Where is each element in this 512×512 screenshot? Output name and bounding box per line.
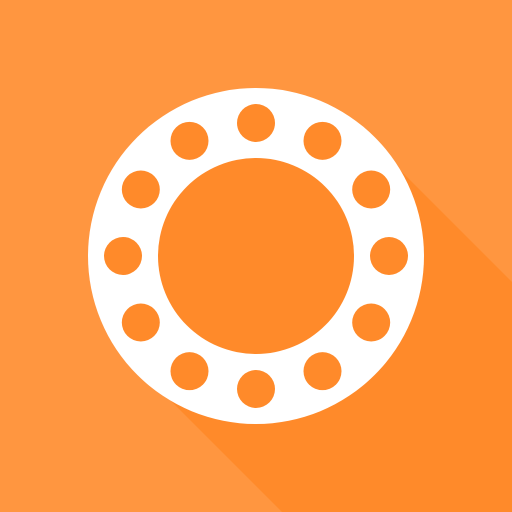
ring-dot (170, 352, 209, 391)
ring-dot (121, 303, 160, 342)
ring-dot (303, 352, 342, 391)
ring-dot (237, 370, 275, 408)
center-disc (158, 158, 354, 354)
ring-dot (170, 121, 209, 160)
ring-dot (352, 170, 391, 209)
ring-dot (303, 121, 342, 160)
ring-dot (352, 303, 391, 342)
ring-dot (121, 170, 160, 209)
dial-ring-icon (0, 0, 512, 512)
ring-dot (237, 104, 275, 142)
ring-dot (370, 237, 408, 275)
ring-dot (104, 237, 142, 275)
app-icon-tile (0, 0, 512, 512)
